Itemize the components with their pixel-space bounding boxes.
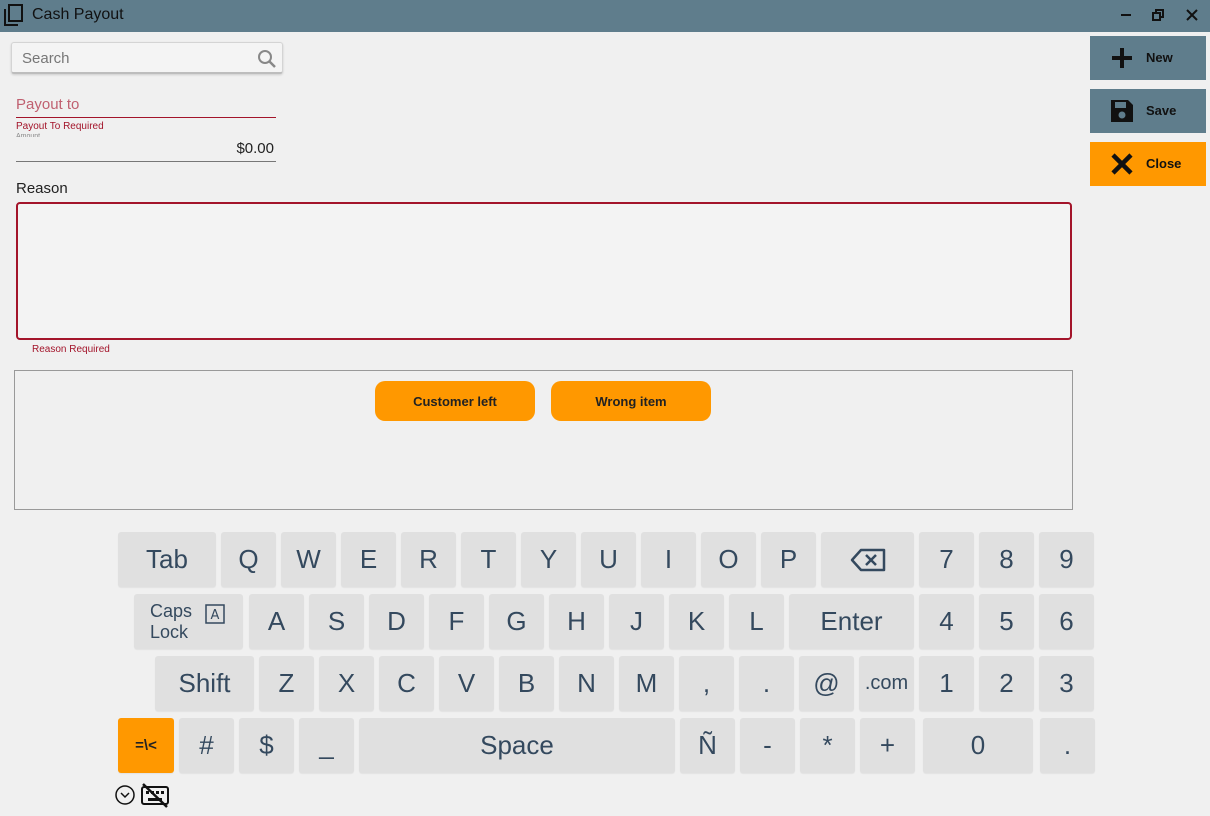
key-j[interactable]: J <box>609 594 664 649</box>
hide-keyboard-icon[interactable] <box>140 782 170 808</box>
payout-to-field <box>16 92 276 118</box>
close-icon <box>1111 153 1133 175</box>
key-m[interactable]: M <box>619 656 674 711</box>
key-4[interactable]: 4 <box>919 594 974 649</box>
quick-reason-customer-left[interactable]: Customer left <box>375 381 535 421</box>
key-c[interactable]: C <box>379 656 434 711</box>
restore-icon <box>1152 9 1164 21</box>
window-close-button[interactable] <box>1180 4 1204 26</box>
key-t[interactable]: T <box>461 532 516 587</box>
key-a[interactable]: A <box>249 594 304 649</box>
key-e[interactable]: E <box>341 532 396 587</box>
key-f[interactable]: F <box>429 594 484 649</box>
new-button[interactable]: New <box>1090 36 1206 80</box>
key-comma[interactable]: , <box>679 656 734 711</box>
reason-error: Reason Required <box>32 344 110 355</box>
key-underscore[interactable]: _ <box>299 718 354 773</box>
key-r[interactable]: R <box>401 532 456 587</box>
key-space[interactable]: Space <box>359 718 675 773</box>
key-dot-com[interactable]: .com <box>859 656 914 711</box>
key-w[interactable]: W <box>281 532 336 587</box>
key-5[interactable]: 5 <box>979 594 1034 649</box>
reason-box <box>16 202 1072 340</box>
key-9[interactable]: 9 <box>1039 532 1094 587</box>
key-8[interactable]: 8 <box>979 532 1034 587</box>
key-p[interactable]: P <box>761 532 816 587</box>
search-box <box>11 42 283 74</box>
plus-icon <box>1112 48 1132 68</box>
document-icon <box>4 4 23 26</box>
save-button[interactable]: Save <box>1090 89 1206 133</box>
save-button-label: Save <box>1146 103 1177 118</box>
key-period[interactable]: . <box>739 656 794 711</box>
key-plus[interactable]: + <box>860 718 915 773</box>
title-bar: Cash Payout <box>0 0 1210 32</box>
key-tab[interactable]: Tab <box>118 532 216 587</box>
key-k[interactable]: K <box>669 594 724 649</box>
caps-line-2: Lock <box>150 621 189 642</box>
key-s[interactable]: S <box>309 594 364 649</box>
payout-to-error: Payout To Required <box>16 121 104 132</box>
reason-textarea[interactable] <box>18 204 1070 338</box>
close-button-label: Close <box>1146 156 1182 171</box>
caps-indicator-letter: A <box>211 608 220 623</box>
minimize-button[interactable] <box>1114 4 1138 26</box>
amount-field[interactable]: $0.00 <box>16 136 276 162</box>
key-6[interactable]: 6 <box>1039 594 1094 649</box>
key-z[interactable]: Z <box>259 656 314 711</box>
key-b[interactable]: B <box>499 656 554 711</box>
key-caps-lock[interactable]: Caps Lock A <box>134 594 243 649</box>
key-i[interactable]: I <box>641 532 696 587</box>
caps-lock-indicator-icon: A <box>205 604 225 624</box>
save-icon <box>1111 100 1133 122</box>
close-icon <box>1186 9 1198 21</box>
key-v[interactable]: V <box>439 656 494 711</box>
quick-reason-wrong-item[interactable]: Wrong item <box>551 381 711 421</box>
key-decimal[interactable]: . <box>1040 718 1095 773</box>
caps-line-1: Caps <box>150 600 193 621</box>
key-enye[interactable]: Ñ <box>680 718 735 773</box>
key-3[interactable]: 3 <box>1039 656 1094 711</box>
key-0[interactable]: 0 <box>923 718 1033 773</box>
backspace-icon <box>850 548 885 571</box>
key-hash[interactable]: # <box>179 718 234 773</box>
key-asterisk[interactable]: * <box>800 718 855 773</box>
restore-button[interactable] <box>1146 4 1170 26</box>
key-n[interactable]: N <box>559 656 614 711</box>
key-h[interactable]: H <box>549 594 604 649</box>
key-at[interactable]: @ <box>799 656 854 711</box>
payout-to-input[interactable] <box>16 92 276 117</box>
key-2[interactable]: 2 <box>979 656 1034 711</box>
key-dollar[interactable]: $ <box>239 718 294 773</box>
key-x[interactable]: X <box>319 656 374 711</box>
key-symbols-toggle[interactable]: =\< <box>118 718 174 773</box>
search-icon[interactable] <box>257 49 277 69</box>
key-q[interactable]: Q <box>221 532 276 587</box>
key-y[interactable]: Y <box>521 532 576 587</box>
key-l[interactable]: L <box>729 594 784 649</box>
close-button[interactable]: Close <box>1090 142 1206 186</box>
key-o[interactable]: O <box>701 532 756 587</box>
quick-reasons-panel: Customer left Wrong item <box>14 370 1073 510</box>
reason-label: Reason <box>16 180 68 197</box>
chevron-down-icon[interactable] <box>114 784 136 806</box>
key-shift[interactable]: Shift <box>155 656 254 711</box>
key-enter[interactable]: Enter <box>789 594 914 649</box>
key-g[interactable]: G <box>489 594 544 649</box>
key-u[interactable]: U <box>581 532 636 587</box>
amount-value: $0.00 <box>236 140 274 157</box>
key-7[interactable]: 7 <box>919 532 974 587</box>
search-input[interactable] <box>12 43 252 73</box>
key-d[interactable]: D <box>369 594 424 649</box>
minimize-icon <box>1121 14 1131 16</box>
new-button-label: New <box>1146 50 1173 65</box>
key-backspace[interactable] <box>821 532 914 587</box>
key-minus[interactable]: - <box>740 718 795 773</box>
caps-lock-label: Caps Lock <box>150 601 192 643</box>
key-1[interactable]: 1 <box>919 656 974 711</box>
window-title: Cash Payout <box>32 6 124 23</box>
